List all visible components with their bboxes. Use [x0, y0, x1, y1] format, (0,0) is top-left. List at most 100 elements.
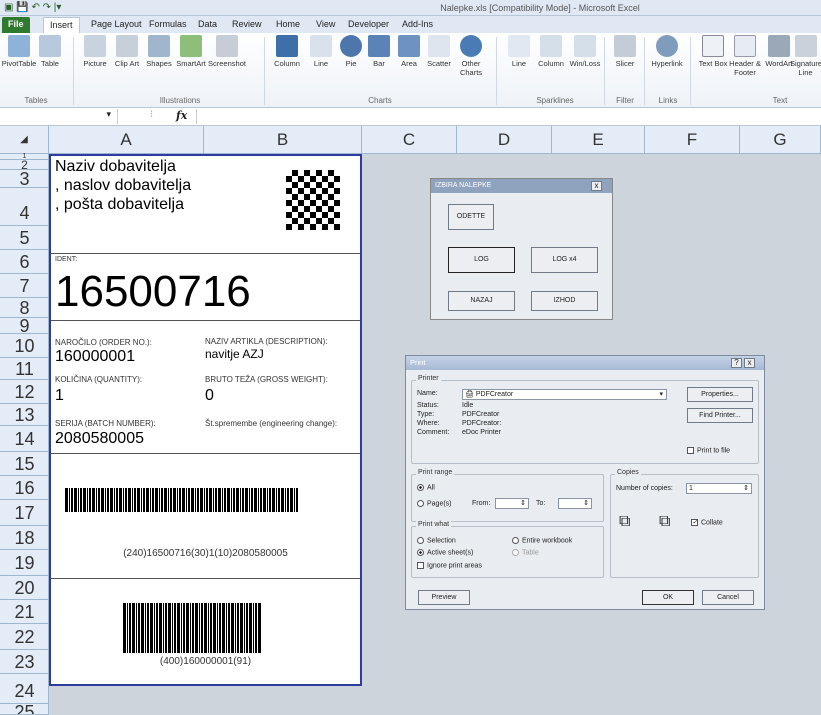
row-header[interactable]: 12 [0, 380, 49, 404]
barcode-bar [114, 488, 115, 512]
row-header[interactable]: 13 [0, 404, 49, 426]
fx-button[interactable]: fx [176, 109, 187, 122]
row-header[interactable]: 23 [0, 650, 49, 674]
row-header[interactable]: 20 [0, 576, 49, 600]
select-all-corner[interactable]: ◢ [0, 126, 49, 154]
row-header[interactable]: 7 [0, 274, 49, 298]
header-footer-button[interactable]: Header & Footer [726, 35, 764, 77]
close-button[interactable]: x [591, 181, 602, 191]
printer-select[interactable]: 🖨 PDFCreator ▾ [462, 389, 667, 400]
barcode-bar [107, 488, 109, 512]
comment-label: Comment: [417, 429, 450, 436]
entire-workbook-radio[interactable]: Entire workbook [512, 537, 572, 544]
sparkline-column-button[interactable]: Column [532, 35, 570, 68]
properties-button[interactable]: Properties... [687, 387, 753, 402]
hyperlink-button[interactable]: Hyperlink [648, 35, 686, 68]
screenshot-button[interactable]: Screenshot [208, 35, 246, 68]
ignore-print-areas-checkbox[interactable]: Ignore print areas [417, 562, 482, 569]
table-label: Table [522, 549, 539, 557]
column-header-c[interactable]: C [362, 126, 457, 154]
column-header-e[interactable]: E [552, 126, 645, 154]
row-header[interactable]: 15 [0, 452, 49, 476]
copies-input[interactable]: 1 ⇕ [686, 483, 752, 494]
preview-button[interactable]: Preview [418, 590, 470, 605]
table-radio[interactable]: Table [512, 549, 539, 556]
tab-formulas[interactable]: Formulas [143, 17, 193, 33]
nazaj-button[interactable]: NAZAJ [448, 291, 515, 311]
row-header[interactable]: 3 [0, 170, 49, 188]
column-header-d[interactable]: D [457, 126, 552, 154]
find-printer-button[interactable]: Find Printer... [687, 408, 753, 423]
row-header[interactable]: 4 [0, 188, 49, 226]
slicer-button[interactable]: Slicer [606, 35, 644, 68]
signature-line-button[interactable]: Signature Line [790, 35, 821, 77]
barcode-bar [163, 603, 164, 653]
to-input[interactable]: ⇕ [558, 498, 592, 509]
izhod-button[interactable]: IZHOD [531, 291, 598, 311]
formula-input[interactable] [196, 109, 816, 124]
description-label: NAZIV ARTIKLA (DESCRIPTION): [205, 337, 328, 346]
ident-value: 16500716 [55, 267, 251, 316]
row-header[interactable]: 8 [0, 298, 49, 318]
row-header[interactable]: 17 [0, 500, 49, 526]
row-header[interactable]: 19 [0, 550, 49, 576]
column-chart-button[interactable]: Column [268, 35, 306, 68]
tab-view[interactable]: View [310, 17, 341, 33]
row-header[interactable]: 9 [0, 317, 49, 335]
tab-page-layout[interactable]: Page Layout [85, 17, 148, 33]
help-button[interactable]: ? [731, 358, 742, 368]
selection-radio[interactable]: Selection [417, 537, 456, 544]
tab-review[interactable]: Review [226, 17, 268, 33]
range-pages-label: Page(s) [427, 500, 452, 508]
row-header[interactable]: 6 [0, 250, 49, 274]
tab-developer[interactable]: Developer [342, 17, 395, 33]
tab-add-ins[interactable]: Add-Ins [396, 17, 439, 33]
column-header-a[interactable]: A [49, 126, 204, 154]
print-to-file-checkbox[interactable]: Print to file [687, 447, 730, 454]
range-all-radio[interactable]: All [417, 484, 435, 491]
row-header[interactable]: 22 [0, 624, 49, 650]
quick-access-toolbar[interactable]: ▣ 💾 ↶ ↷ |▾ [4, 2, 61, 13]
column-header-b[interactable]: B [204, 126, 362, 154]
logx4-button[interactable]: LOG x4 [531, 247, 598, 273]
sparkline-column-icon [540, 35, 562, 57]
column-header-f[interactable]: F [645, 126, 740, 154]
row-header[interactable]: 14 [0, 426, 49, 452]
pivottable-icon [8, 35, 30, 57]
range-pages-radio[interactable]: Page(s) [417, 500, 452, 507]
tab-insert[interactable]: Insert [43, 17, 80, 33]
odette-button[interactable]: ODETTE [448, 204, 494, 230]
barcode-bar [101, 488, 104, 512]
active-sheets-radio[interactable]: Active sheet(s) [417, 549, 473, 556]
name-box[interactable]: ▾ [0, 109, 118, 124]
where-label: Where: [417, 420, 440, 427]
log-button[interactable]: LOG [448, 247, 515, 273]
tab-file[interactable]: File [2, 17, 30, 33]
close-button[interactable]: x [744, 358, 755, 368]
cancel-button[interactable]: Cancel [702, 590, 754, 605]
collate-checkbox[interactable]: ✓ Collate [691, 519, 723, 526]
column-header-g[interactable]: G [740, 126, 821, 154]
barcode-bar [192, 603, 194, 653]
row-header[interactable]: 21 [0, 600, 49, 624]
barcode-bar [156, 603, 158, 653]
from-input[interactable]: ⇕ [495, 498, 529, 509]
description-value: navitje AZJ [205, 347, 264, 361]
row-header[interactable]: 10 [0, 334, 49, 358]
row-header[interactable]: 24 [0, 674, 49, 704]
tab-home[interactable]: Home [270, 17, 306, 33]
row-header[interactable]: 18 [0, 526, 49, 550]
row-header[interactable]: 16 [0, 476, 49, 500]
details-section: NAROČILO (ORDER NO.): 160000001 NAZIV AR… [51, 321, 360, 454]
row-header[interactable]: 5 [0, 226, 49, 250]
ok-button[interactable]: OK [642, 590, 694, 605]
barcode-section-1: (240)16500716(30)1(10)2080580005 [51, 454, 360, 579]
smartart-button[interactable]: SmartArt [172, 35, 210, 68]
active-sheets-label: Active sheet(s) [427, 549, 474, 557]
row-header[interactable]: 25 [0, 704, 49, 715]
tab-data[interactable]: Data [192, 17, 223, 33]
other-charts-button[interactable]: Other Charts [452, 35, 490, 77]
row-header[interactable]: 11 [0, 358, 49, 380]
sparkline-winloss-button[interactable]: Win/Loss [566, 35, 604, 68]
table-button[interactable]: Table [31, 35, 69, 68]
